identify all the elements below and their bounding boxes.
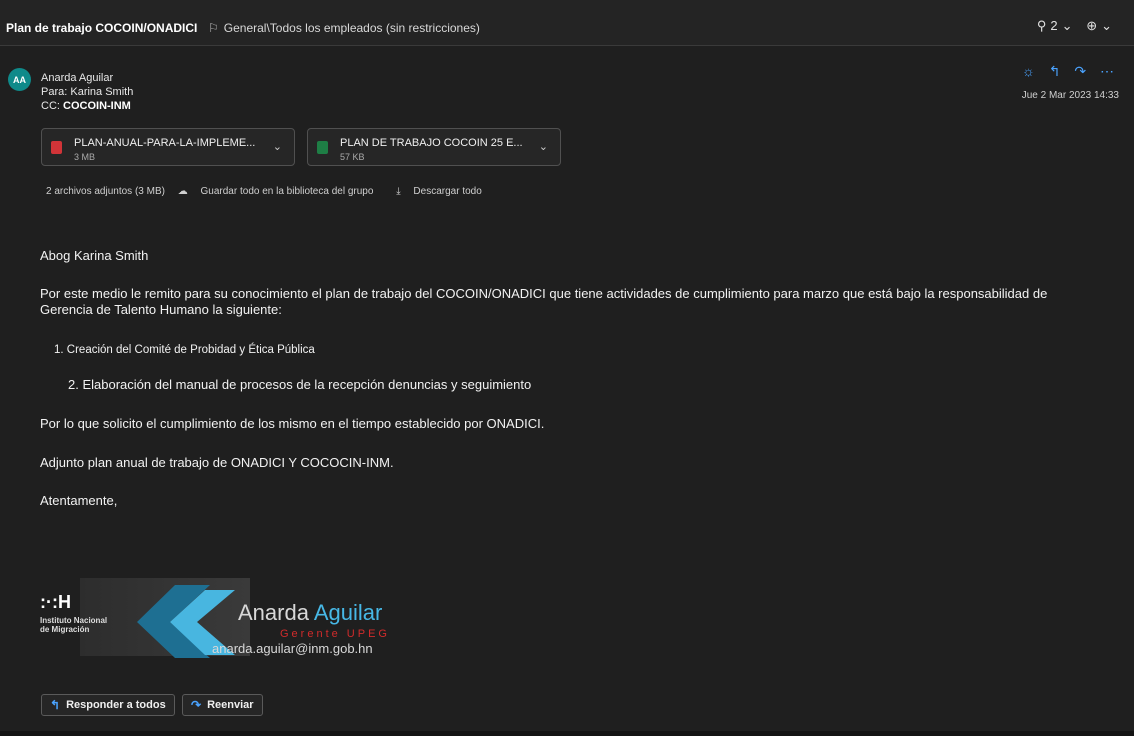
attachment-size: 57 KB (340, 152, 365, 162)
recipients-cc: CC: COCOIN-INM (41, 100, 131, 112)
reply-all-button[interactable]: ↰ Responder a todos (41, 694, 175, 716)
institution-name: Instituto Nacional de Migración (40, 616, 108, 634)
greeting: Abog Karina Smith (40, 248, 149, 263)
closing: Atentamente, (40, 493, 118, 508)
signature-name: Anarda Aguilar (238, 600, 383, 625)
attachment-count-text: 2 archivos adjuntos (3 MB) (46, 186, 165, 197)
attachment-name: PLAN DE TRABAJO COCOIN 25 E... (340, 137, 523, 149)
logo-mark: :·:H (40, 592, 71, 612)
list-item: 1. Creación del Comité de Probidad y Éti… (54, 344, 315, 356)
sensitivity-label[interactable]: ⚐ General\Todos los empleados (sin restri… (208, 21, 480, 35)
recipients-to: Para: Karina Smith (41, 86, 134, 98)
excel-file-icon (317, 141, 328, 154)
email-subject: Plan de trabajo COCOIN/ONADICI (6, 21, 198, 35)
attachment-count[interactable]: 2 (1050, 18, 1057, 33)
cc-recipient[interactable]: COCOIN-INM (63, 100, 131, 112)
forward-icon: ↷ (191, 698, 202, 712)
chevron-down-icon[interactable]: ⌄ (1062, 18, 1073, 33)
reply-icon[interactable]: ↰ (1049, 63, 1061, 79)
signature-block: :·:H Instituto Nacional de Migración Ana… (40, 570, 420, 660)
bottom-divider (0, 731, 1134, 736)
body-paragraph: Adjunto plan anual de trabajo de ONADICI… (40, 455, 394, 470)
header-tools: ⚲ 2 ⌄ ⊕ ⌄ (1033, 18, 1112, 34)
body-paragraph: Por lo que solicito el cumplimiento de l… (40, 416, 545, 431)
message-datetime: Jue 2 Mar 2023 14:33 (1021, 90, 1119, 101)
attachment-summary: 2 archivos adjuntos (3 MB) ☁ Guardar tod… (46, 186, 502, 197)
download-icon: ⤓ (396, 186, 401, 197)
attachment-card[interactable]: PLAN-ANUAL-PARA-LA-IMPLEME... 3 MB ⌄ (41, 128, 295, 166)
zoom-icon[interactable]: ⊕ (1086, 18, 1097, 33)
chevron-down-icon[interactable]: ⌄ (539, 140, 548, 153)
chevron-down-icon[interactable]: ⌄ (273, 140, 282, 153)
message-actions: ☼ ↰ ↷ ⋯ (1022, 63, 1114, 80)
chevron-down-icon[interactable]: ⌄ (1101, 18, 1112, 33)
sender-name[interactable]: Anarda Aguilar (41, 71, 133, 85)
pdf-file-icon (51, 141, 62, 154)
sensitivity-icon: ⚐ (208, 21, 219, 35)
attachment-size: 3 MB (74, 152, 96, 162)
list-item: 2. Elaboración del manual de procesos de… (68, 377, 532, 392)
more-icon[interactable]: ⋯ (1100, 63, 1114, 79)
reply-all-icon: ↰ (50, 698, 61, 712)
body-paragraph: Por este medio le remito para su conocim… (40, 286, 1048, 317)
message-header-bar: Plan de trabajo COCOIN/ONADICI ⚐ General\… (0, 0, 1134, 46)
avatar[interactable]: AA (8, 68, 31, 91)
recipient-name[interactable]: Karina Smith (70, 86, 133, 98)
sender-info: Anarda Aguilar Para: Karina Smith CC: CO… (41, 71, 133, 113)
sensitivity-text: General\Todos los empleados (sin restric… (223, 21, 480, 35)
cloud-icon: ☁ (177, 186, 188, 197)
signature-email[interactable]: anarda.aguilar@inm.gob.hn (212, 641, 373, 656)
paperclip-icon[interactable]: ⚲ (1037, 18, 1047, 33)
attachment-card[interactable]: PLAN DE TRABAJO COCOIN 25 E... 57 KB ⌄ (307, 128, 561, 166)
signature-role: Gerente UPEG (280, 628, 390, 640)
forward-button[interactable]: ↷ Reenviar (182, 694, 263, 716)
save-all-link[interactable]: ☁ Guardar todo en la biblioteca del grup… (178, 186, 384, 197)
attachment-name: PLAN-ANUAL-PARA-LA-IMPLEME... (74, 137, 256, 149)
sun-icon[interactable]: ☼ (1022, 63, 1035, 79)
download-all-link[interactable]: ⤓ Descargar todo (396, 186, 492, 197)
forward-icon[interactable]: ↷ (1074, 63, 1086, 79)
